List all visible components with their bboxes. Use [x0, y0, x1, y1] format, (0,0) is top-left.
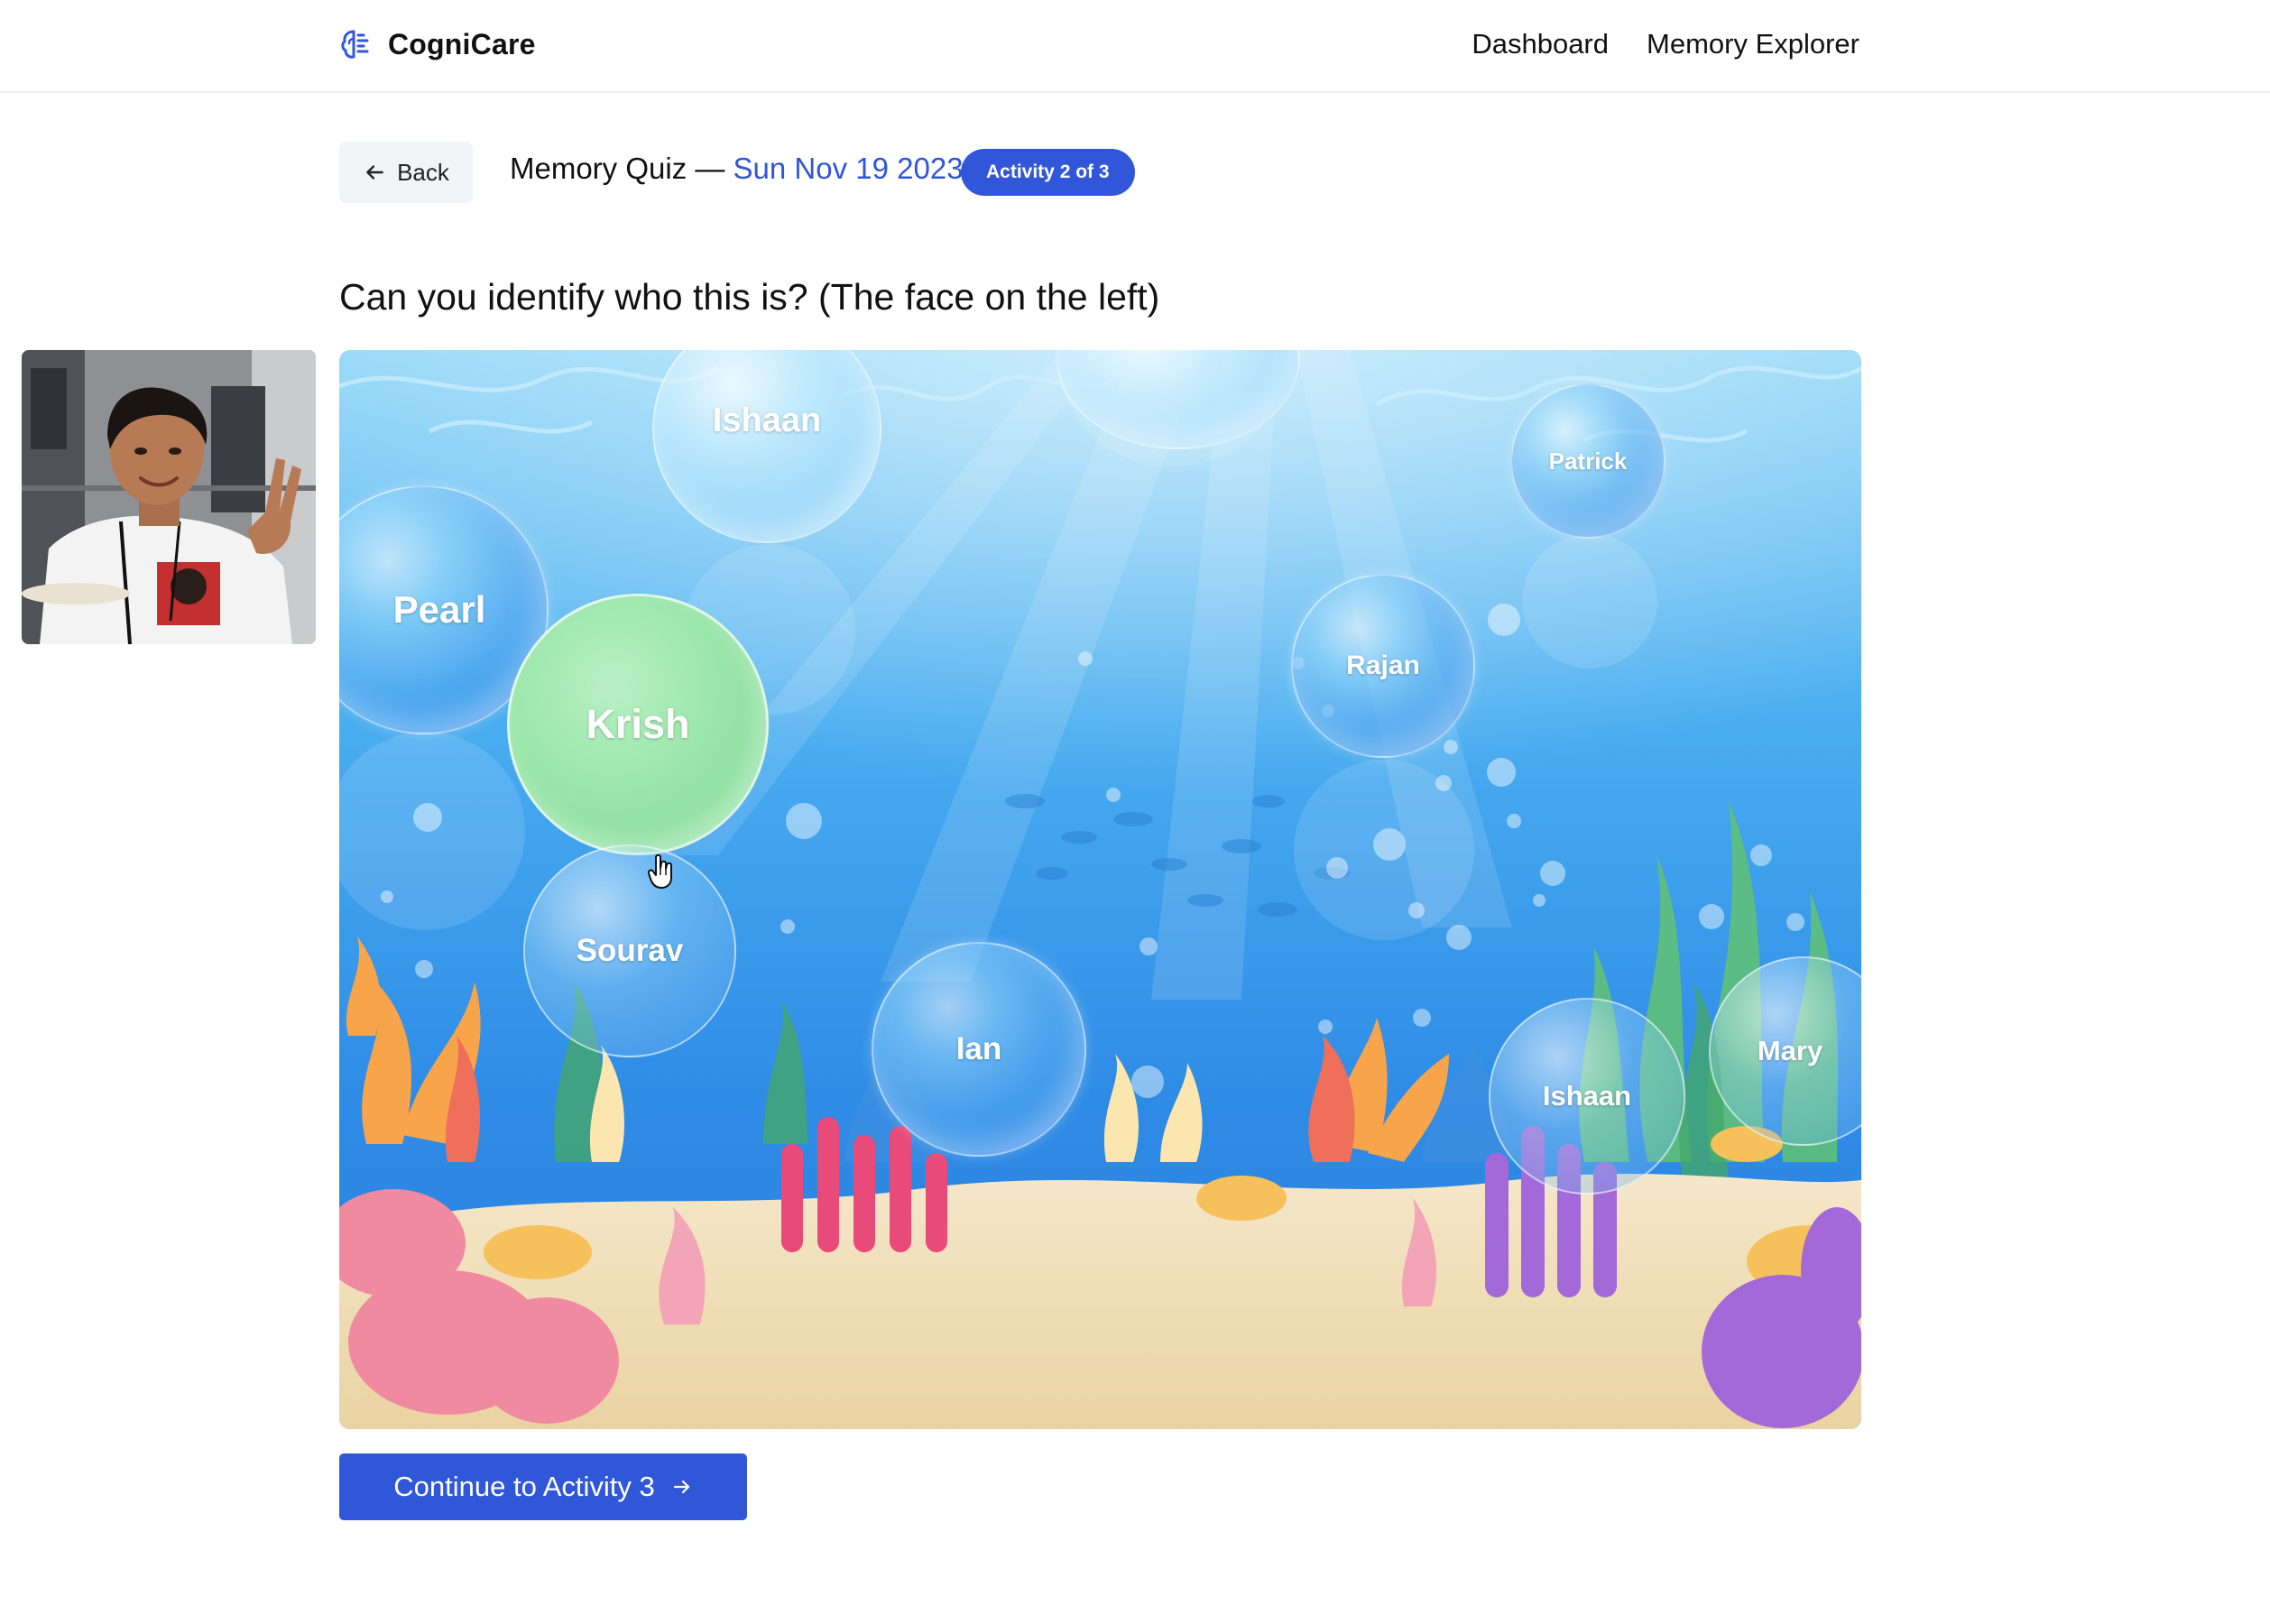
brand-logo[interactable]: CogniCare	[339, 22, 536, 67]
arrow-right-icon	[673, 1480, 689, 1494]
name-bubble[interactable]: Patrick	[1510, 383, 1666, 539]
bubble-label: Ian	[955, 1031, 1002, 1066]
bubble-label: Rajan	[1346, 651, 1420, 680]
quiz-label: Memory Quiz —	[510, 152, 725, 185]
bubble-label: Pearl	[392, 588, 486, 631]
back-label: Back	[397, 158, 449, 186]
bubble-label: Patrick	[1548, 447, 1628, 475]
brand-name: CogniCare	[388, 27, 536, 60]
continue-button[interactable]: Continue to Activity 3	[339, 1453, 747, 1520]
name-bubble[interactable]: Ishaan	[1489, 998, 1685, 1195]
name-bubble[interactable]: Sourav	[523, 844, 736, 1057]
page-title: Memory Quiz — Sun Nov 19 2023	[510, 152, 964, 186]
top-navigation-bar: CogniCare Dashboard Memory Explorer	[0, 0, 2270, 93]
face-photo-illustration	[22, 350, 316, 644]
bubble-label: Ishaan	[1542, 1080, 1632, 1112]
quiz-date: Sun Nov 19 2023	[733, 152, 964, 185]
bubble-label: Krish	[586, 701, 690, 747]
name-bubble-selected[interactable]: Krish	[507, 594, 769, 855]
nav-dashboard[interactable]: Dashboard	[1472, 28, 1609, 60]
bubble-label: Sourav	[576, 933, 684, 968]
face-photo	[22, 350, 316, 644]
brain-logo-icon	[341, 30, 369, 59]
nav-memory-explorer[interactable]: Memory Explorer	[1647, 28, 1859, 60]
continue-label: Continue to Activity 3	[393, 1471, 655, 1502]
arrow-left-icon	[366, 165, 383, 180]
quiz-question: Can you identify who this is? (The face …	[339, 276, 1160, 318]
name-bubble[interactable]: Rajan	[1291, 574, 1475, 758]
hand-pointer-icon	[648, 854, 672, 889]
main-nav: Dashboard Memory Explorer	[1472, 22, 1859, 67]
activity-progress-badge: Activity 2 of 3	[961, 149, 1135, 196]
bubble-label: Ishaan	[712, 401, 822, 439]
back-button[interactable]: Back	[339, 142, 473, 203]
name-bubble[interactable]: Ian	[872, 942, 1086, 1157]
bubble-label: Mary	[1757, 1035, 1823, 1066]
ocean-bubble-game: Ishaan Patrick Pearl Krish Rajan Sourav …	[339, 350, 1861, 1429]
